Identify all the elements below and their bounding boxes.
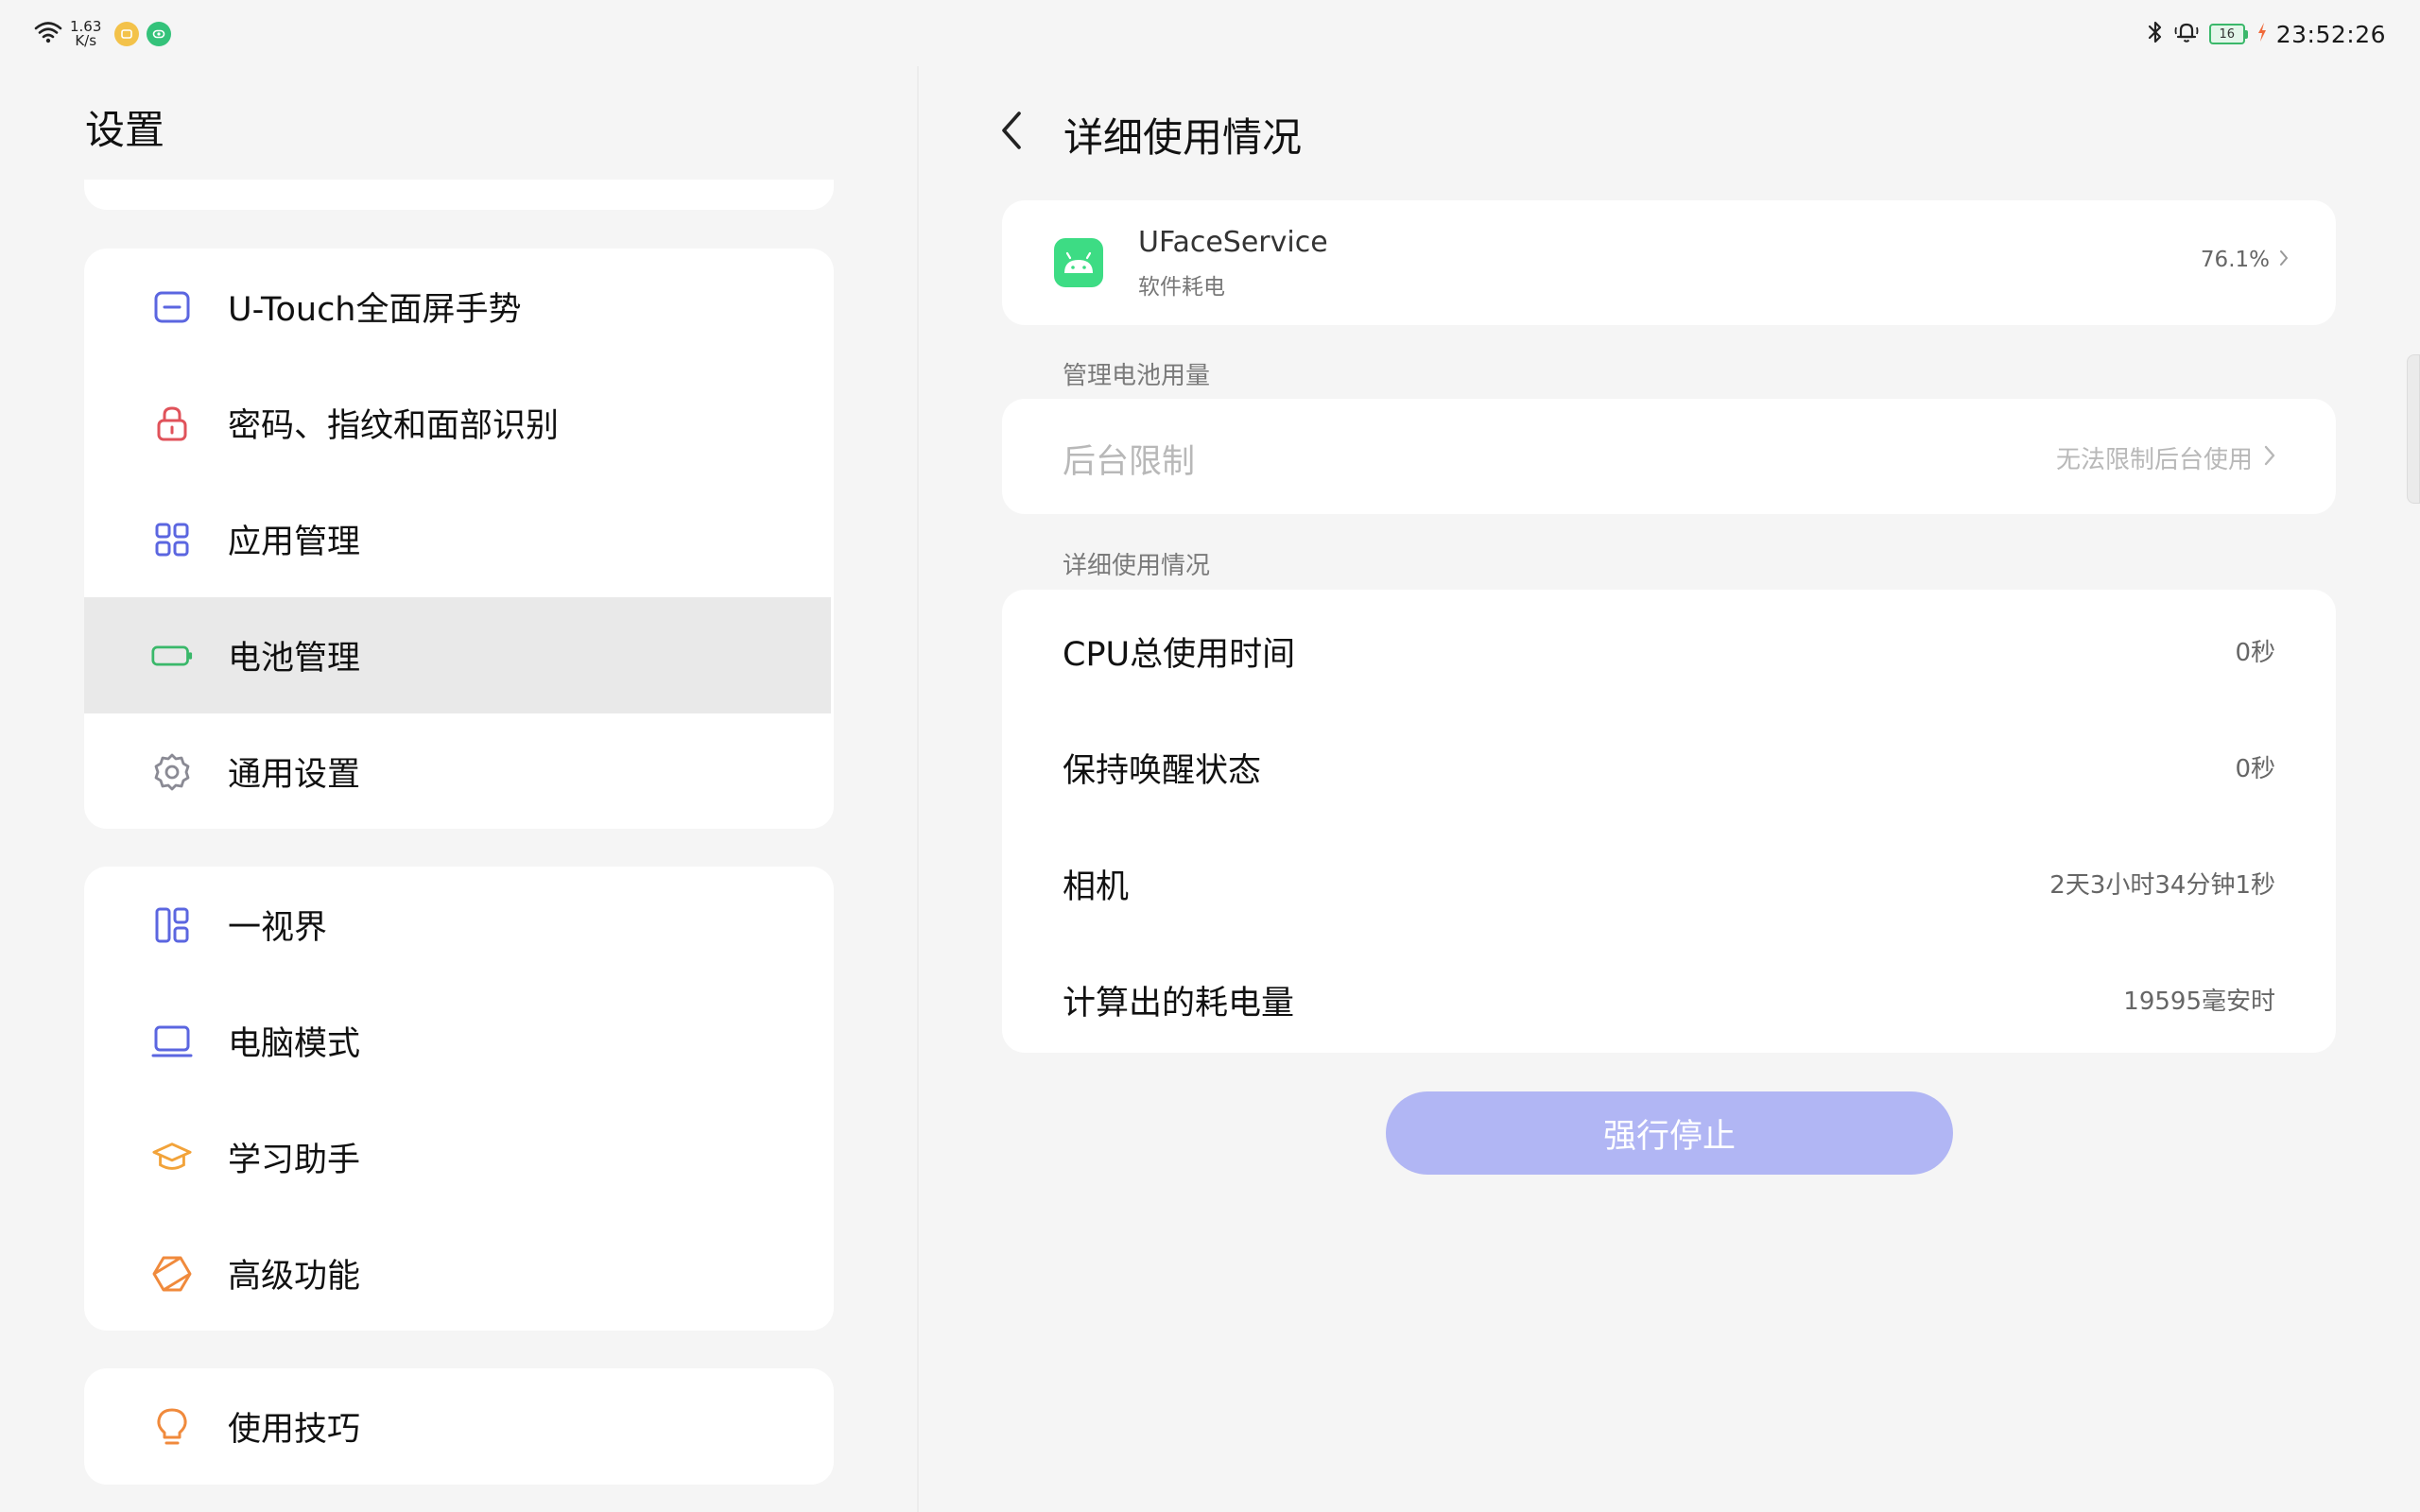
menu-item-app-management[interactable]: 应用管理 — [84, 481, 834, 597]
lock-icon — [151, 403, 193, 444]
gear-icon — [151, 751, 193, 793]
lightbulb-icon — [151, 1406, 193, 1448]
detail-label: 保持唤醒状态 — [1063, 752, 1262, 790]
wifi-icon — [34, 21, 62, 47]
chevron-left-icon — [999, 110, 1024, 155]
menu-item-label: 密码、指纹和面部识别 — [228, 407, 560, 445]
app-battery-percent: 76.1% — [2200, 248, 2270, 272]
detail-value: 0秒 — [2235, 639, 2275, 667]
notification-app-icon — [114, 22, 140, 46]
charging-icon — [2257, 22, 2267, 46]
battery-icon — [151, 635, 193, 677]
network-speed: 1.63 K/s — [70, 20, 101, 48]
notification-app-icon-2 — [147, 22, 172, 46]
menu-item-label: 使用技巧 — [228, 1411, 361, 1449]
back-button[interactable] — [989, 106, 1034, 159]
battery-level: 16 — [2219, 26, 2235, 42]
status-bar-left: 1.63 K/s — [34, 19, 172, 49]
menu-item-study-assistant[interactable]: 学习助手 — [84, 1099, 834, 1215]
menu-item-label: 通用设置 — [228, 756, 361, 794]
battery-icon: 16 — [2208, 24, 2248, 44]
section-header-manage-battery: 管理电池用量 — [1063, 362, 1211, 390]
settings-title: 设置 — [85, 107, 165, 153]
screen: 1.63 K/s 16 23:52:26 设置 U-Touch全面屏手势 密码、… — [0, 0, 2420, 1512]
menu-item-utouch-gestures[interactable]: U-Touch全面屏手势 — [84, 249, 834, 365]
settings-group-system: U-Touch全面屏手势 密码、指纹和面部识别 应用管理 电池管理 通用设置 — [84, 249, 834, 829]
panel-divider — [917, 66, 919, 1512]
bluetooth-icon — [2147, 20, 2164, 48]
detail-row-camera: 相机 2天3小时34分钟1秒 — [1002, 822, 2336, 938]
background-limit-value: 无法限制后台使用 — [2055, 446, 2253, 474]
gesture-icon — [151, 286, 193, 328]
menu-item-label: 电池管理 — [228, 640, 361, 678]
detail-value: 2天3小时34分钟1秒 — [2049, 871, 2275, 900]
apps-grid-icon — [151, 519, 193, 560]
detail-label: CPU总使用时间 — [1063, 636, 1296, 674]
menu-item-one-vision[interactable]: 一视界 — [84, 867, 834, 983]
detail-value: 19595毫安时 — [2123, 988, 2275, 1016]
menu-item-label: 学习助手 — [228, 1142, 361, 1179]
status-bar-right: 16 23:52:26 — [2147, 17, 2386, 51]
app-subtitle: 软件耗电 — [1138, 275, 1225, 300]
detail-row-cpu-time: CPU总使用时间 0秒 — [1002, 590, 2336, 706]
android-icon — [1054, 238, 1103, 287]
status-time: 23:52:26 — [2275, 20, 2386, 48]
detail-label: 计算出的耗电量 — [1063, 985, 1295, 1022]
app-summary-card: UFaceService 软件耗电 76.1% — [1002, 200, 2336, 325]
menu-item-usage-tips[interactable]: 使用技巧 — [84, 1368, 834, 1485]
laptop-icon — [151, 1021, 193, 1062]
cube-icon — [151, 1253, 193, 1295]
page-title: 详细使用情况 — [1063, 114, 1303, 161]
graduation-cap-icon — [151, 1137, 193, 1178]
detail-row-computed-power: 计算出的耗电量 19595毫安时 — [1002, 938, 2336, 1053]
menu-item-password-fingerprint-face[interactable]: 密码、指纹和面部识别 — [84, 365, 834, 481]
background-limit-row[interactable]: 后台限制 无法限制后台使用 — [1002, 399, 2336, 514]
menu-item-label: U-Touch全面屏手势 — [228, 291, 522, 329]
detail-row-keep-awake: 保持唤醒状态 0秒 — [1002, 706, 2336, 822]
side-pull-handle[interactable] — [2407, 354, 2420, 504]
menu-item-pc-mode[interactable]: 电脑模式 — [84, 983, 834, 1099]
force-stop-button[interactable]: 强行停止 — [1386, 1091, 1953, 1175]
network-speed-unit: K/s — [75, 32, 97, 49]
layout-icon — [151, 904, 193, 946]
detail-label: 相机 — [1063, 868, 1130, 906]
chevron-right-icon — [2264, 444, 2275, 472]
menu-item-label: 电脑模式 — [228, 1025, 361, 1063]
detail-usage-card: CPU总使用时间 0秒 保持唤醒状态 0秒 相机 2天3小时34分钟1秒 计算出… — [1002, 590, 2336, 1053]
settings-group-features: 一视界 电脑模式 学习助手 高级功能 — [84, 867, 834, 1331]
chevron-right-icon — [2279, 248, 2289, 272]
background-limit-card: 后台限制 无法限制后台使用 — [1002, 399, 2336, 514]
settings-group-tips: 使用技巧 — [84, 1368, 834, 1485]
app-name: UFaceService — [1138, 226, 1328, 259]
menu-item-advanced-features[interactable]: 高级功能 — [84, 1215, 834, 1331]
app-battery-percent-link[interactable]: 76.1% — [2201, 248, 2289, 272]
menu-item-label: 一视界 — [228, 909, 328, 947]
settings-card-partial — [84, 180, 834, 210]
menu-item-label: 应用管理 — [228, 524, 361, 561]
detail-value: 0秒 — [2235, 755, 2275, 783]
menu-item-battery-management[interactable]: 电池管理 — [84, 597, 831, 713]
section-header-detail-usage: 详细使用情况 — [1063, 552, 1211, 580]
background-limit-value-wrap: 无法限制后台使用 — [2056, 440, 2275, 475]
bell-icon — [2173, 19, 2200, 49]
menu-item-label: 高级功能 — [228, 1258, 361, 1296]
menu-item-general-settings[interactable]: 通用设置 — [84, 713, 834, 829]
background-limit-label: 后台限制 — [1063, 443, 1196, 481]
